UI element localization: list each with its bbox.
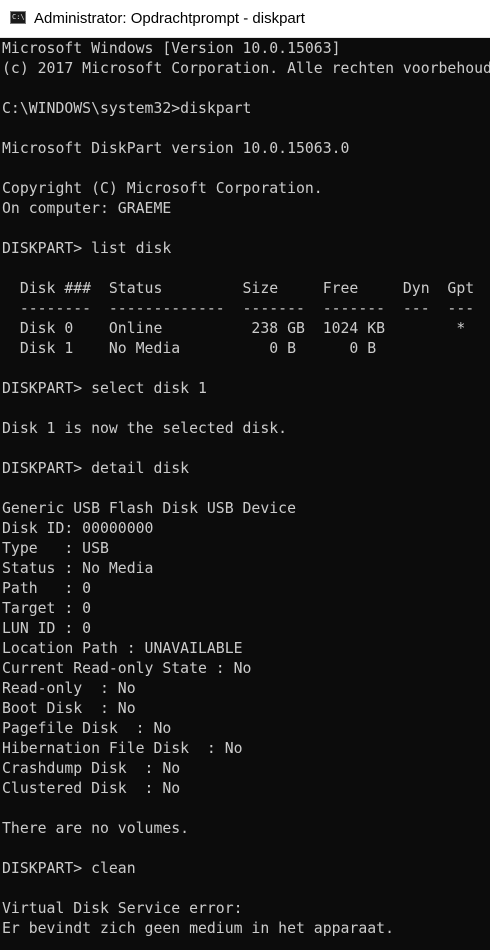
window-title: Administrator: Opdrachtprompt - diskpart — [34, 10, 305, 27]
console-line: DISKPART> select disk 1 — [2, 380, 207, 397]
console-line: Microsoft Windows [Version 10.0.15063] — [2, 40, 341, 57]
console-output[interactable]: Microsoft Windows [Version 10.0.15063] (c… — [0, 38, 490, 950]
console-line: Copyright (C) Microsoft Corporation. — [2, 180, 323, 197]
console-line: Er bevindt zich geen medium in het appar… — [2, 920, 394, 937]
console-line: DISKPART> detail disk — [2, 460, 190, 477]
console-line: Microsoft DiskPart version 10.0.15063.0 — [2, 140, 350, 157]
cmd-icon: C:\ — [10, 11, 26, 24]
title-bar[interactable]: C:\ Administrator: Opdrachtprompt - disk… — [0, 0, 490, 38]
console-line: DISKPART> list disk — [2, 240, 172, 257]
console-line: Disk 1 No Media 0 B 0 B — [2, 340, 377, 357]
command-prompt-window: C:\ Administrator: Opdrachtprompt - disk… — [0, 0, 490, 950]
console-line: Status : No Media — [2, 560, 154, 577]
console-line: Hibernation File Disk : No — [2, 740, 243, 757]
console-line: Generic USB Flash Disk USB Device — [2, 500, 296, 517]
console-line: Target : 0 — [2, 600, 92, 617]
console-line: -------- ------------- ------- ------- -… — [2, 300, 475, 317]
console-line: Read-only : No — [2, 680, 136, 697]
console-text: Microsoft Windows [Version 10.0.15063] (c… — [0, 38, 490, 939]
console-line: Clustered Disk : No — [2, 780, 181, 797]
console-line: DISKPART> clean — [2, 860, 136, 877]
console-line: Disk 1 is now the selected disk. — [2, 420, 288, 437]
console-line: Crashdump Disk : No — [2, 760, 181, 777]
console-line: Disk ### Status Size Free Dyn Gpt — [2, 280, 475, 297]
console-line: There are no volumes. — [2, 820, 190, 837]
console-line: Pagefile Disk : No — [2, 720, 172, 737]
console-line: Virtual Disk Service error: — [2, 900, 243, 917]
console-line: LUN ID : 0 — [2, 620, 92, 637]
console-line: Disk ID: 00000000 — [2, 520, 154, 537]
console-line: Disk 0 Online 238 GB 1024 KB * — [2, 320, 466, 337]
console-line: Current Read-only State : No — [2, 660, 252, 677]
console-line: Location Path : UNAVAILABLE — [2, 640, 243, 657]
console-line: C:\WINDOWS\system32>diskpart — [2, 100, 252, 117]
console-line: Boot Disk : No — [2, 700, 136, 717]
console-line: Path : 0 — [2, 580, 92, 597]
console-line: (c) 2017 Microsoft Corporation. Alle rec… — [2, 60, 490, 77]
console-line: Type : USB — [2, 540, 109, 557]
console-line: On computer: GRAEME — [2, 200, 172, 217]
